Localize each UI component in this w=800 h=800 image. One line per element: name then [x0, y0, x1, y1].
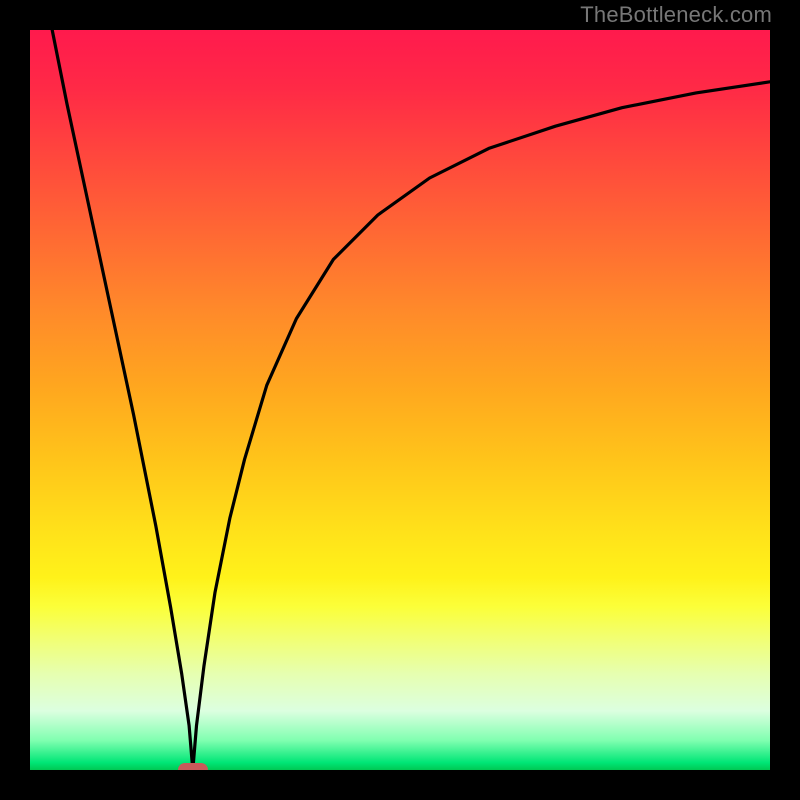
minimum-marker — [178, 763, 208, 770]
bottleneck-curve — [30, 30, 770, 770]
chart-container: TheBottleneck.com — [0, 0, 800, 800]
watermark-text: TheBottleneck.com — [580, 2, 772, 28]
plot-area — [30, 30, 770, 770]
